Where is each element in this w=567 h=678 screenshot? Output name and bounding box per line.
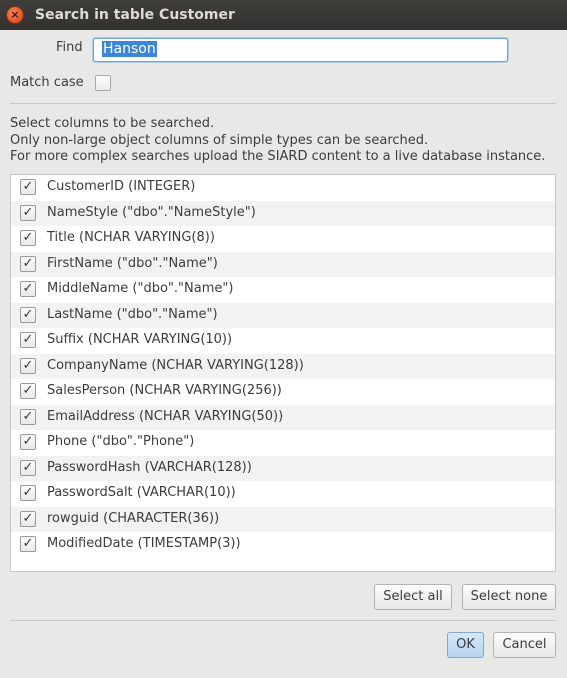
cancel-button[interactable]: Cancel (493, 632, 556, 658)
select-none-button[interactable]: Select none (462, 584, 556, 610)
column-label: Title (NCHAR VARYING(8)) (47, 230, 215, 245)
column-checkbox[interactable]: ✓ (20, 357, 36, 374)
ok-button[interactable]: OK (447, 632, 484, 658)
column-row[interactable]: ✓ CompanyName (NCHAR VARYING(128)) (11, 353, 555, 379)
column-row[interactable]: ✓ NameStyle ("dbo"."NameStyle") (11, 200, 555, 226)
column-checkbox[interactable]: ✓ (20, 510, 36, 527)
column-row[interactable]: ✓ PasswordHash (VARCHAR(128)) (11, 455, 555, 481)
match-case-checkbox[interactable] (95, 75, 111, 91)
column-checkbox[interactable]: ✓ (20, 306, 36, 323)
column-row[interactable]: ✓ CustomerID (INTEGER) (11, 175, 555, 201)
find-input[interactable]: Hanson (93, 38, 508, 62)
column-checkbox[interactable]: ✓ (20, 332, 36, 348)
column-label: ModifiedDate (TIMESTAMP(3)) (47, 536, 241, 551)
column-checkbox[interactable]: ✓ (20, 383, 36, 399)
column-label: rowguid (CHARACTER(36)) (47, 510, 220, 526)
column-label: MiddleName ("dbo"."Name") (47, 281, 234, 296)
column-checkbox[interactable]: ✓ (20, 459, 36, 476)
column-list: ✓ CustomerID (INTEGER) ✓ NameStyle ("dbo"."… (10, 174, 556, 572)
column-checkbox[interactable]: ✓ (20, 485, 36, 501)
column-label: NameStyle ("dbo"."NameStyle") (47, 204, 256, 220)
column-row[interactable]: ✓ FirstName ("dbo"."Name") (11, 251, 555, 277)
column-checkbox[interactable]: ✓ (20, 281, 36, 297)
column-checkbox[interactable]: ✓ (20, 408, 36, 425)
search-dialog: × Search in table Customer Find Hanson M… (0, 0, 567, 678)
title-bar: × Search in table Customer (0, 0, 567, 30)
instructions: Select columns to be searched. Only non-… (10, 116, 545, 166)
match-case-label: Match case (10, 75, 84, 90)
column-checkbox[interactable]: ✓ (20, 536, 36, 552)
instruction-line: For more complex searches upload the SIA… (10, 149, 546, 164)
instruction-line: Select columns to be searched. (10, 116, 215, 131)
column-row[interactable]: ✓ rowguid (CHARACTER(36)) (11, 506, 555, 532)
column-row[interactable]: ✓ ModifiedDate (TIMESTAMP(3)) (11, 532, 555, 558)
find-input-value: Hanson (102, 41, 157, 57)
separator (10, 103, 556, 104)
column-row[interactable]: ✓ EmailAddress (NCHAR VARYING(50)) (11, 404, 555, 430)
column-checkbox[interactable]: ✓ (20, 179, 36, 195)
close-icon[interactable]: × (7, 7, 23, 23)
find-label: Find (56, 40, 83, 55)
column-row[interactable]: ✓ Title (NCHAR VARYING(8)) (11, 226, 555, 252)
column-label: CustomerID (INTEGER) (47, 179, 196, 194)
column-checkbox[interactable]: ✓ (20, 230, 36, 246)
column-row[interactable]: ✓ SalesPerson (NCHAR VARYING(256)) (11, 379, 555, 405)
column-label: Suffix (NCHAR VARYING(10)) (47, 332, 233, 347)
column-row[interactable]: ✓ MiddleName ("dbo"."Name") (11, 277, 555, 303)
column-label: CompanyName (NCHAR VARYING(128)) (47, 357, 304, 373)
column-checkbox[interactable]: ✓ (20, 434, 36, 450)
column-label: FirstName ("dbo"."Name") (47, 255, 218, 271)
column-label: SalesPerson (NCHAR VARYING(256)) (47, 383, 282, 398)
instruction-line: Only non-large object columns of simple … (10, 132, 429, 148)
column-checkbox[interactable]: ✓ (20, 204, 36, 221)
column-label: PasswordSalt (VARCHAR(10)) (47, 485, 236, 500)
column-row[interactable]: ✓ LastName ("dbo"."Name") (11, 302, 555, 328)
column-label: LastName ("dbo"."Name") (47, 306, 218, 322)
window-title: Search in table Customer (35, 7, 235, 23)
column-row[interactable]: ✓ Phone ("dbo"."Phone") (11, 430, 555, 456)
select-all-button[interactable]: Select all (374, 584, 452, 610)
column-row[interactable]: ✓ Suffix (NCHAR VARYING(10)) (11, 328, 555, 354)
column-row[interactable]: ✓ PasswordSalt (VARCHAR(10)) (11, 481, 555, 507)
column-label: Phone ("dbo"."Phone") (47, 434, 195, 449)
column-label: PasswordHash (VARCHAR(128)) (47, 459, 252, 475)
column-label: EmailAddress (NCHAR VARYING(50)) (47, 408, 284, 424)
column-checkbox[interactable]: ✓ (20, 255, 36, 272)
separator (10, 620, 556, 621)
